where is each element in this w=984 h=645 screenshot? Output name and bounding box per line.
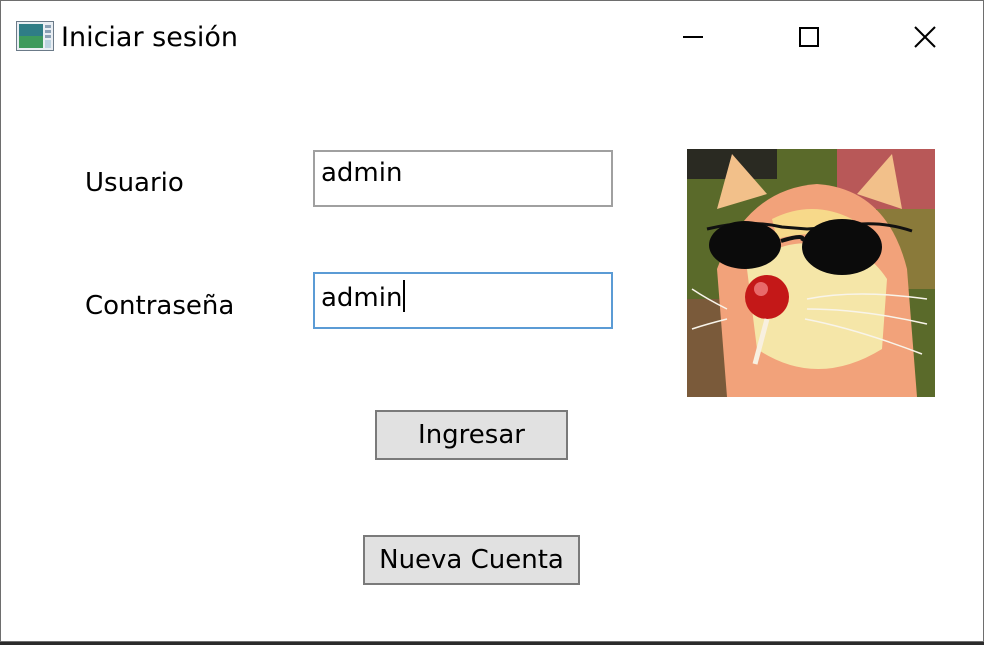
window-title: Iniciar sesión (61, 22, 239, 53)
user-label: Usuario (85, 168, 184, 198)
close-button[interactable] (867, 1, 983, 73)
login-window: Iniciar sesión Usuario admin Contraseña … (0, 0, 984, 642)
login-button-label: Ingresar (418, 420, 525, 450)
password-label: Contraseña (85, 291, 235, 321)
cat-sunglasses-image (687, 149, 935, 397)
login-button[interactable]: Ingresar (375, 410, 568, 460)
title-bar[interactable]: Iniciar sesión (1, 1, 983, 75)
user-input-value: admin (321, 158, 403, 188)
app-window-icon (16, 21, 54, 51)
new-account-button[interactable]: Nueva Cuenta (363, 535, 580, 585)
password-input[interactable]: admin (313, 272, 613, 329)
close-icon (913, 25, 937, 49)
minimize-button[interactable] (635, 1, 751, 73)
maximize-icon (798, 26, 820, 48)
maximize-button[interactable] (751, 1, 867, 73)
minimize-icon (682, 26, 704, 48)
new-account-button-label: Nueva Cuenta (379, 545, 564, 575)
text-caret (403, 280, 406, 312)
user-input[interactable]: admin (313, 150, 613, 207)
password-input-value: admin (321, 283, 403, 313)
